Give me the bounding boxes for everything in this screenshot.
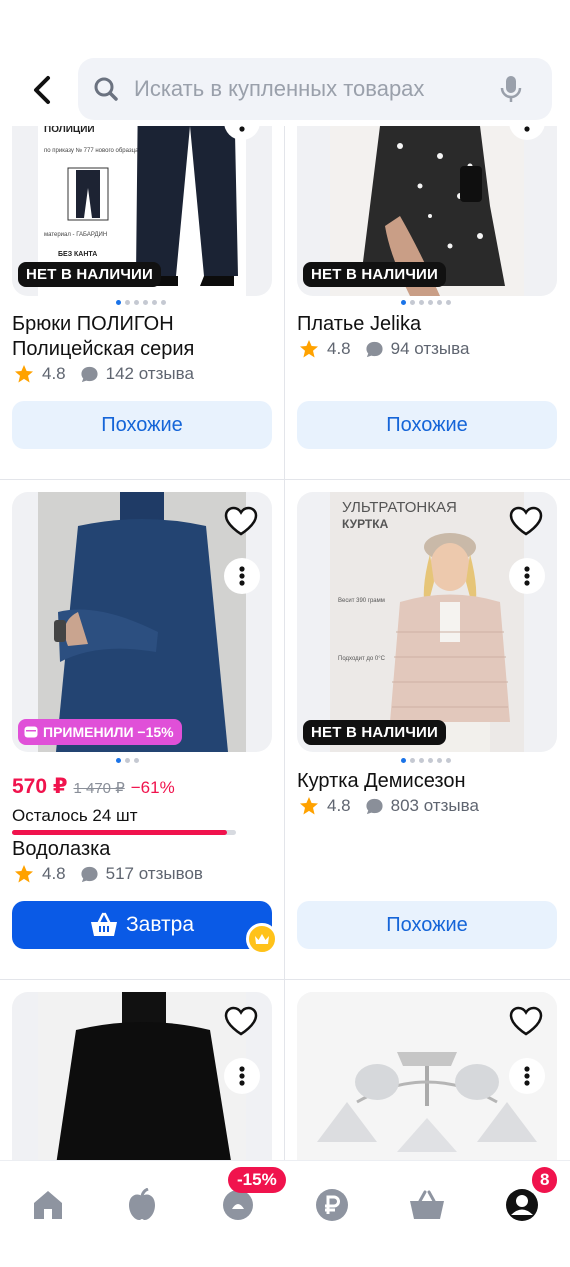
reviews-count[interactable]: 142 отзыва [106,364,194,384]
rating-row: 4.8 94 отзыва [299,339,469,359]
out-of-stock-badge: НЕТ В НАЛИЧИИ [18,262,162,287]
star-icon [300,340,318,358]
back-arrow-icon[interactable] [24,70,60,110]
image-caption: БЕЗ КАНТА [58,251,97,258]
divider [0,479,570,480]
similar-button[interactable]: Похожие [297,401,557,449]
search-bar[interactable] [78,58,552,120]
star-icon [300,797,318,815]
comment-icon [366,341,383,357]
search-icon [92,75,120,103]
image-pager [116,300,166,305]
image-pager [401,300,451,305]
discount-applied-badge: ПРИМЕНИЛИ −15% [18,719,182,745]
stock-progress-bar [12,830,236,835]
divider [0,979,570,980]
comment-icon [366,798,383,814]
bottom-navigation: -15% 8 [0,1160,570,1267]
nav-ruble-icon[interactable] [312,1185,352,1225]
microphone-icon[interactable] [496,74,526,104]
rating-value: 4.8 [327,339,351,358]
star-icon [15,365,33,383]
crown-icon [246,923,278,955]
product-title[interactable]: Брюки ПОЛИГОН Полицейская серия [12,312,272,362]
product-title[interactable]: Водолазка [12,837,272,862]
stock-left: Осталось 24 шт [12,806,138,825]
old-price: 1 470 ₽ [73,780,125,797]
out-of-stock-badge: НЕТ В НАЛИЧИИ [303,720,447,745]
comment-icon [81,866,98,882]
heart-icon[interactable] [222,502,260,540]
similar-button[interactable]: Похожие [297,901,557,949]
image-caption: КУРТКА [342,517,389,531]
more-options-icon[interactable] [224,1058,260,1094]
top-bar [0,0,570,126]
basket-icon [90,912,117,936]
rating-row: 4.8 803 отзыва [299,796,479,816]
product-title[interactable]: Куртка Демисезон [297,769,557,794]
wallet-icon [24,726,38,738]
promo-badge: -15% [228,1167,286,1193]
discount-applied-text: ПРИМЕНИЛИ −15% [43,724,174,740]
rating-value: 4.8 [42,864,66,883]
profile-badge: 8 [532,1167,558,1193]
reviews-count[interactable]: 94 отзыва [391,339,470,359]
nav-apple-icon[interactable] [122,1185,162,1225]
heart-icon[interactable] [222,1002,260,1040]
image-caption: по приказу № 777 нового образца [44,147,139,154]
rating-value: 4.8 [327,796,351,815]
divider [284,126,285,480]
rating-row: 4.8 142 отзыва [14,364,194,384]
discount-percent: −61% [130,778,175,797]
image-pager [401,758,451,763]
reviews-count[interactable]: 517 отзывов [106,864,203,884]
nav-home-icon[interactable] [28,1185,68,1225]
star-icon [15,865,33,883]
more-options-icon[interactable] [509,1058,545,1094]
divider [284,980,285,1160]
product-image[interactable]: УЛЬТРАТОНКАЯ КУРТКА Весит 390 грамм Подх… [297,492,557,752]
more-options-icon[interactable] [509,558,545,594]
heart-icon[interactable] [507,502,545,540]
image-pager [116,758,139,763]
product-image[interactable]: ПРИМЕНИЛИ −15% [12,492,272,752]
comment-icon [81,366,98,382]
divider [284,480,285,980]
rating-row: 4.8 517 отзывов [14,864,203,884]
search-input[interactable] [134,76,496,102]
add-to-cart-button[interactable]: Завтра [12,901,272,949]
reviews-count[interactable]: 803 отзыва [391,796,479,816]
similar-button[interactable]: Похожие [12,401,272,449]
image-caption: УЛЬТРАТОНКАЯ [342,499,457,516]
add-to-cart-label: Завтра [125,913,195,936]
image-caption: Весит 390 грамм [338,598,385,604]
rating-value: 4.8 [42,364,66,383]
nav-cart-icon[interactable] [407,1185,447,1225]
product-title[interactable]: Платье Jelika [297,312,557,337]
heart-icon[interactable] [507,1002,545,1040]
nav-profile-icon[interactable] [502,1185,542,1225]
out-of-stock-badge: НЕТ В НАЛИЧИИ [303,262,447,287]
price-row: 570 ₽ 1 470 ₽ −61% [12,774,175,799]
image-caption: Подходит до 0°C [338,656,386,662]
current-price: 570 ₽ [12,775,68,798]
more-options-icon[interactable] [224,558,260,594]
image-caption: материал - ГАБАРДИН [44,232,107,238]
